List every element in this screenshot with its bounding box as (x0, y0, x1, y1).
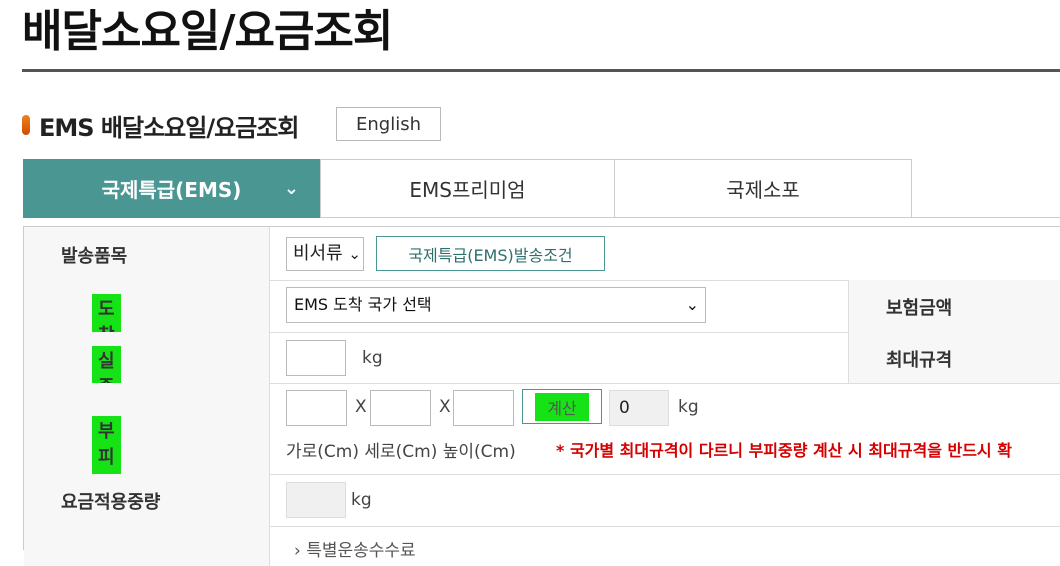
chevron-down-icon: ⌄ (348, 245, 361, 263)
width-input[interactable] (286, 390, 347, 426)
tab-label: 국제소포 (726, 178, 800, 202)
unit-label: kg (351, 490, 372, 510)
rate-form: 발송품목 비서류⌄ 국제특급(EMS)발송조건 도착지 EMS 도착 국가 선택… (23, 226, 1060, 566)
form-row-destination: 도착지 EMS 도착 국가 선택⌄ 보험금액 (24, 280, 1060, 374)
item-type-label: 발송품목 (61, 246, 128, 267)
times-separator: X (439, 397, 451, 417)
insurance-label: 보험금액 (886, 298, 953, 319)
english-button[interactable]: English (336, 107, 441, 141)
tab-label: EMS프리미엄 (409, 178, 526, 202)
title-divider (22, 69, 1060, 72)
depth-input[interactable] (370, 390, 431, 426)
calculate-button[interactable]: 계산 (522, 389, 602, 424)
chevron-down-icon: ⌄ (685, 295, 699, 314)
ems-condition-button[interactable]: 국제특급(EMS)발송조건 (376, 236, 605, 271)
tab-label: 국제특급(EMS) (101, 178, 242, 202)
actual-weight-input[interactable] (286, 340, 346, 376)
tab-ems-premium[interactable]: EMS프리미엄 (320, 159, 615, 218)
form-row-charged-weight: 요금적용중량 kg (24, 474, 1060, 527)
tab-ems[interactable]: 국제특급(EMS) ⌄ (23, 159, 320, 218)
form-row-special: › 특별운송수수료 (24, 526, 1060, 566)
item-type-select[interactable]: 비서류 ⌄ (286, 237, 364, 271)
times-separator: X (355, 397, 367, 417)
volume-weight-result: 0 (609, 390, 669, 426)
charged-weight-value (286, 482, 346, 518)
section-bullet-icon (22, 115, 30, 135)
form-row-actual-weight: 실중량 kg 최대규격 (24, 332, 1060, 426)
max-size-warning: * 국가별 최대규격이 다르니 부피중량 계산 시 최대규격을 반드시 확 (556, 441, 1012, 460)
tab-intl-parcel[interactable]: 국제소포 (615, 159, 912, 218)
destination-select[interactable]: EMS 도착 국가 선택 ⌄ (286, 287, 706, 323)
form-row-volume-weight: 부피중량 X X 계산 0 kg 가로(Cm) 세로(Cm) 높이(Cm) * … (24, 383, 1060, 522)
height-input[interactable] (453, 390, 514, 426)
service-tabs: 국제특급(EMS) ⌄ EMS프리미엄 국제소포 (23, 159, 912, 218)
form-row-item-type: 발송품목 비서류 ⌄ 국제특급(EMS)발송조건 (24, 227, 1060, 281)
unit-label: kg (678, 397, 699, 417)
max-size-label: 최대규격 (886, 350, 953, 371)
tabs-divider (911, 217, 1060, 218)
section-title: EMS 배달소요일/요금조회 (39, 113, 299, 142)
dimension-labels: 가로(Cm) 세로(Cm) 높이(Cm) (286, 442, 516, 462)
section-header: EMS 배달소요일/요금조회 (22, 107, 299, 143)
unit-label: kg (362, 348, 383, 368)
page-title: 배달소요일/요금조회 (22, 6, 393, 57)
charged-weight-label: 요금적용중량 (61, 492, 161, 513)
chevron-down-icon: ⌄ (283, 178, 299, 199)
